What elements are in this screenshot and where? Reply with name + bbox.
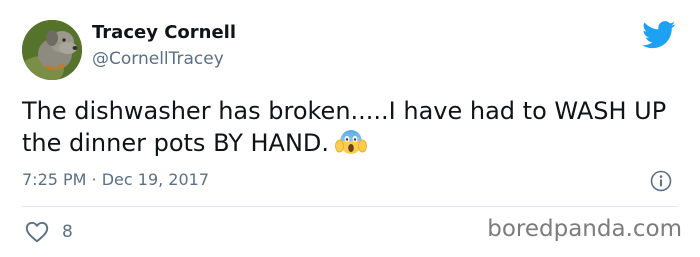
face-screaming-in-fear-icon [335, 130, 367, 154]
divider [22, 206, 678, 207]
like-count: 8 [62, 222, 73, 242]
tweet-card: Tracey Cornell @CornellTracey The dishwa… [0, 0, 700, 257]
twitter-bird-icon[interactable] [642, 21, 676, 49]
dog-avatar-image [22, 20, 82, 80]
avatar[interactable] [22, 20, 82, 80]
user-handle[interactable]: @CornellTracey [92, 49, 224, 69]
tweet-text: The dishwasher has broken.....I have had… [22, 96, 682, 159]
info-icon[interactable] [650, 170, 672, 192]
heart-icon[interactable] [25, 221, 49, 243]
watermark: boredpanda.com [487, 216, 682, 242]
tweet-timestamp[interactable]: 7:25 PM · Dec 19, 2017 [22, 170, 209, 189]
display-name[interactable]: Tracey Cornell [92, 22, 236, 43]
